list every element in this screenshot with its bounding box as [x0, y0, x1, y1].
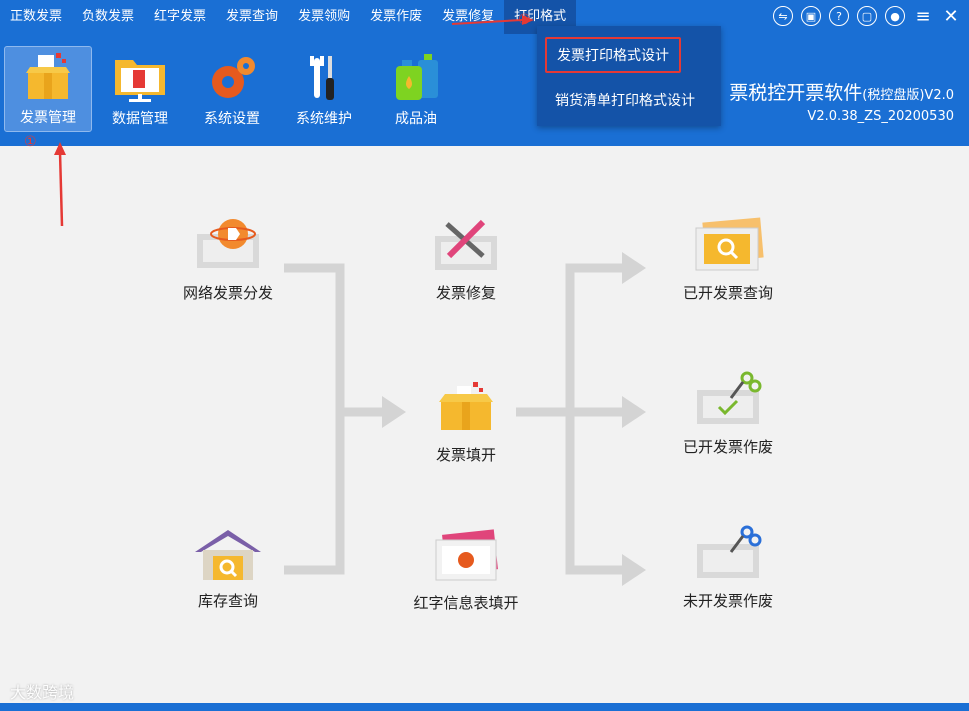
node-unissued-invoice-void[interactable]: 未开发票作废: [668, 524, 788, 612]
node-label: 发票填开: [435, 446, 496, 464]
watermark-text: 大数跨境: [10, 683, 75, 702]
node-label: 发票修复: [435, 284, 496, 302]
scissors-void-icon: [697, 371, 762, 424]
node-label: 红字信息表填开: [413, 594, 519, 612]
node-label: 已开发票查询: [682, 284, 773, 302]
repair-icon: [435, 219, 497, 270]
red-invoice-icon: [435, 529, 498, 581]
node-label: 网络发票分发: [182, 284, 273, 302]
node-network-invoice-distribution[interactable]: 网络发票分发: [168, 216, 288, 304]
scissors-void-icon: [697, 525, 762, 578]
node-issued-invoice-query[interactable]: 已开发票查询: [668, 216, 788, 304]
invoice-query-icon: [695, 217, 764, 271]
node-label: 未开发票作废: [682, 592, 773, 610]
warehouse-query-icon: [195, 530, 261, 580]
node-red-info-form[interactable]: 红字信息表填开: [406, 528, 526, 614]
node-invoice-fill[interactable]: 发票填开: [406, 380, 526, 466]
node-stock-query[interactable]: 库存查询: [168, 528, 288, 612]
node-label: 库存查询: [197, 592, 258, 610]
node-issued-invoice-void[interactable]: 已开发票作废: [668, 370, 788, 458]
box-icon: [439, 382, 493, 430]
network-invoice-icon: [197, 219, 259, 268]
bottom-bar: [0, 703, 969, 711]
node-label: 已开发票作废: [682, 438, 773, 456]
annotation-mark-2: ②: [518, 12, 531, 28]
node-invoice-repair[interactable]: 发票修复: [406, 216, 526, 304]
